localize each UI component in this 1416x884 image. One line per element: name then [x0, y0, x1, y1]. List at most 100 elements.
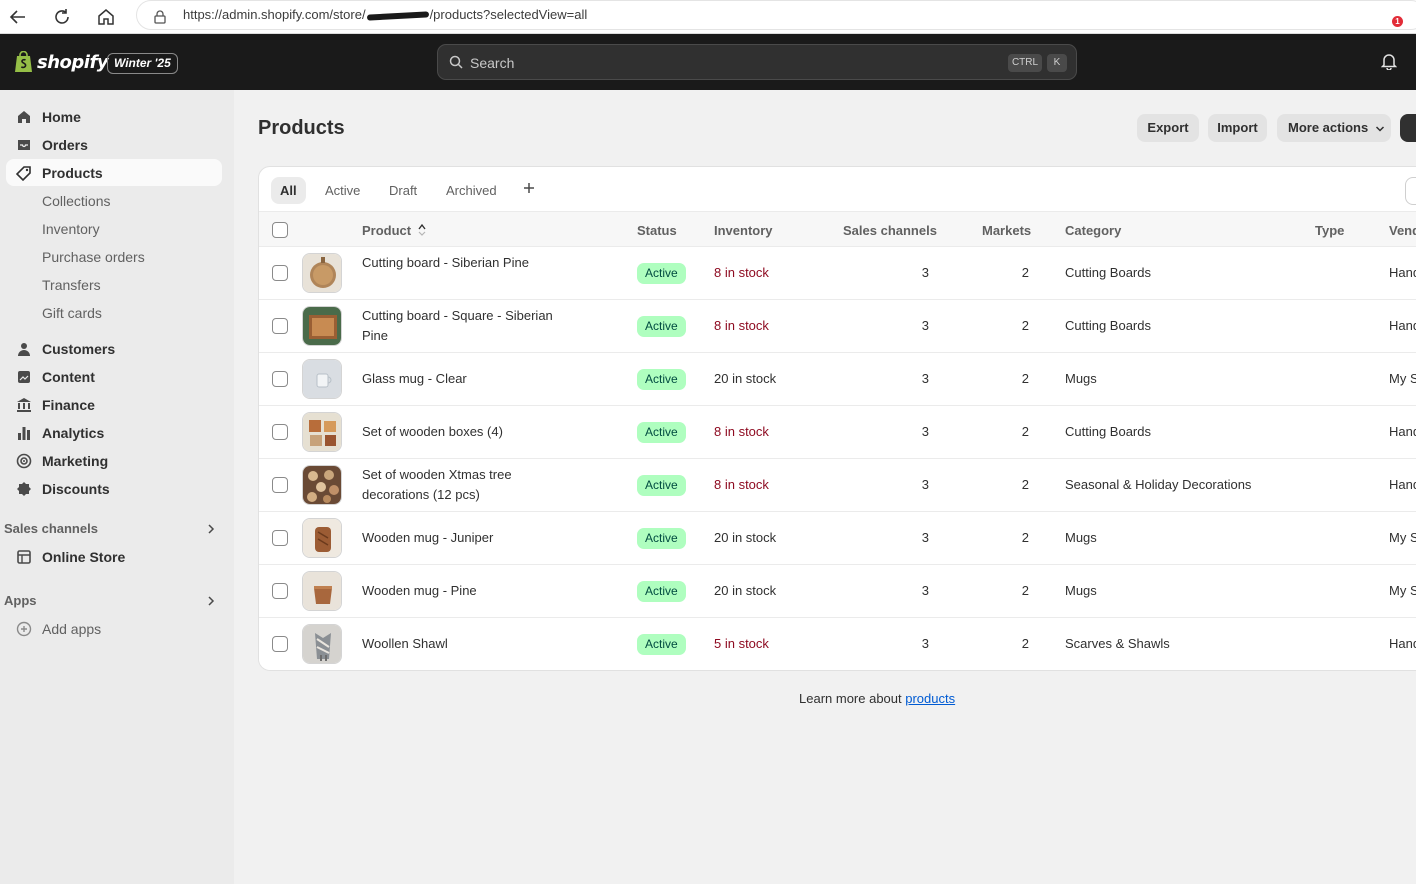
row-checkbox[interactable]: [272, 636, 288, 652]
search-filter-button[interactable]: [1405, 177, 1416, 205]
sidebar-item-collections[interactable]: Collections: [6, 187, 222, 214]
product-thumbnail[interactable]: [302, 518, 342, 558]
product-name[interactable]: Wooden mug - Pine: [362, 581, 582, 601]
search-placeholder: Search: [470, 55, 515, 71]
select-all-checkbox[interactable]: [272, 222, 288, 238]
product-thumbnail[interactable]: [302, 253, 342, 293]
sidebar-item-online-store[interactable]: Online Store: [6, 543, 222, 570]
markets-count: 2: [1021, 636, 1029, 651]
sidebar-item-add-apps[interactable]: Add apps: [6, 615, 222, 642]
sidebar-item-products[interactable]: Products: [6, 159, 222, 186]
markets-count: 2: [1021, 424, 1029, 439]
add-view-icon[interactable]: [521, 180, 537, 196]
category-cell: Mugs: [1065, 583, 1097, 598]
table-row[interactable]: Set of wooden Xtmas tree decorations (12…: [259, 459, 1416, 512]
status-badge: Active: [637, 316, 686, 337]
sidebar-item-content[interactable]: Content: [6, 363, 222, 390]
product-thumbnail[interactable]: [302, 359, 342, 399]
search-input[interactable]: Search CTRL K: [437, 44, 1077, 80]
import-button[interactable]: Import: [1208, 114, 1267, 142]
header-sales-channels: Sales channels: [843, 223, 937, 238]
product-name[interactable]: Woollen Shawl: [362, 634, 582, 654]
status-badge: Active: [637, 475, 686, 496]
sales-channels-count: 3: [921, 583, 929, 598]
more-actions-button[interactable]: More actions: [1277, 114, 1391, 142]
site-info-icon[interactable]: [148, 5, 172, 29]
shopify-logo[interactable]: shopify: [14, 51, 109, 73]
table-row[interactable]: Cutting board - Siberian Pine Active 8 in …: [259, 247, 1416, 300]
apps-heading[interactable]: Apps: [4, 593, 37, 608]
vendor-cell: Hand: [1389, 318, 1416, 333]
sidebar-item-discounts[interactable]: Discounts: [6, 475, 222, 502]
sidebar-item-marketing[interactable]: Marketing: [6, 447, 222, 474]
sidebar-item-finance[interactable]: Finance: [6, 391, 222, 418]
more-actions-label: More actions: [1288, 120, 1369, 135]
tab-draft[interactable]: Draft: [380, 177, 426, 204]
row-checkbox[interactable]: [272, 583, 288, 599]
row-checkbox[interactable]: [272, 477, 288, 493]
sales-channels-count: 3: [921, 636, 929, 651]
content-icon: [18, 371, 30, 383]
row-checkbox[interactable]: [272, 530, 288, 546]
table-row[interactable]: Glass mug - Clear Active 20 in stock 3 2 Mugs…: [259, 353, 1416, 406]
sidebar-item-transfers[interactable]: Transfers: [6, 271, 222, 298]
home-browser-icon[interactable]: [94, 5, 118, 29]
table-row[interactable]: Wooden mug - Pine Active 20 in stock 3 2 Mugs…: [259, 565, 1416, 618]
table-row[interactable]: Cutting board - Square - Siberian Pine Ac…: [259, 300, 1416, 353]
chevron-right-icon[interactable]: [205, 523, 217, 535]
discount-icon: [17, 482, 31, 496]
table-row[interactable]: Wooden mug - Juniper Active 20 in stock 3 2 M…: [259, 512, 1416, 565]
chevron-right-icon[interactable]: [205, 595, 217, 607]
products-help-link[interactable]: products: [905, 691, 955, 706]
sales-channels-count: 3: [921, 371, 929, 386]
sidebar-item-customers[interactable]: Customers: [6, 335, 222, 362]
bell-icon[interactable]: [1381, 52, 1397, 70]
sidebar-item-purchase-orders[interactable]: Purchase orders: [6, 243, 222, 270]
product-name[interactable]: Cutting board - Siberian Pine: [362, 253, 582, 273]
reload-icon[interactable]: [50, 5, 74, 29]
sidebar-item-orders[interactable]: Orders: [6, 131, 222, 158]
sidebar-item-gift-cards[interactable]: Gift cards: [6, 299, 222, 326]
markets-count: 2: [1021, 265, 1029, 280]
category-cell: Cutting Boards: [1065, 318, 1151, 333]
tab-active[interactable]: Active: [316, 177, 369, 204]
row-checkbox[interactable]: [272, 318, 288, 334]
product-name[interactable]: Set of wooden boxes (4): [362, 422, 582, 442]
sidebar-item-analytics[interactable]: Analytics: [6, 419, 222, 446]
tab-all[interactable]: All: [271, 177, 306, 204]
sales-channels-count: 3: [921, 530, 929, 545]
product-name[interactable]: Set of wooden Xtmas tree decorations (12…: [362, 465, 582, 505]
product-name[interactable]: Wooden mug - Juniper: [362, 528, 582, 548]
tab-archived[interactable]: Archived: [437, 177, 506, 204]
back-arrow-icon[interactable]: [6, 5, 30, 29]
header-product[interactable]: Product: [362, 223, 427, 238]
product-name[interactable]: Cutting board - Square - Siberian Pine: [362, 306, 582, 346]
export-button[interactable]: Export: [1137, 114, 1199, 142]
vendor-cell: My S: [1389, 530, 1416, 545]
product-thumbnail[interactable]: [302, 624, 342, 664]
sidebar-item-label: Home: [42, 109, 81, 125]
status-badge: Active: [637, 581, 686, 602]
row-checkbox[interactable]: [272, 424, 288, 440]
product-thumbnail[interactable]: [302, 465, 342, 505]
add-product-button[interactable]: [1400, 114, 1416, 142]
table-row[interactable]: Set of wooden boxes (4) Active 8 in stock 3…: [259, 406, 1416, 459]
product-thumbnail[interactable]: [302, 306, 342, 346]
markets-count: 2: [1021, 371, 1029, 386]
row-checkbox[interactable]: [272, 371, 288, 387]
sidebar-item-label: Customers: [42, 341, 116, 357]
bank-icon: [17, 398, 31, 412]
product-name[interactable]: Glass mug - Clear: [362, 369, 582, 389]
table-row[interactable]: Woollen Shawl Active 5 in stock 3 2 Scarves &…: [259, 618, 1416, 670]
inventory-count: 20 in stock: [714, 371, 777, 386]
row-checkbox[interactable]: [272, 265, 288, 281]
sales-channels-heading[interactable]: Sales channels: [4, 521, 98, 536]
product-thumbnail[interactable]: [302, 571, 342, 611]
sidebar-item-home[interactable]: Home: [6, 103, 222, 130]
sidebar-item-label: Content: [42, 369, 95, 385]
sidebar-item-inventory[interactable]: Inventory: [6, 215, 222, 242]
product-thumbnail[interactable]: [302, 412, 342, 452]
shortcut-ctrl: CTRL: [1008, 54, 1042, 72]
edition-badge[interactable]: Winter '25: [107, 53, 178, 74]
inventory-count: 8 in stock: [714, 477, 769, 492]
